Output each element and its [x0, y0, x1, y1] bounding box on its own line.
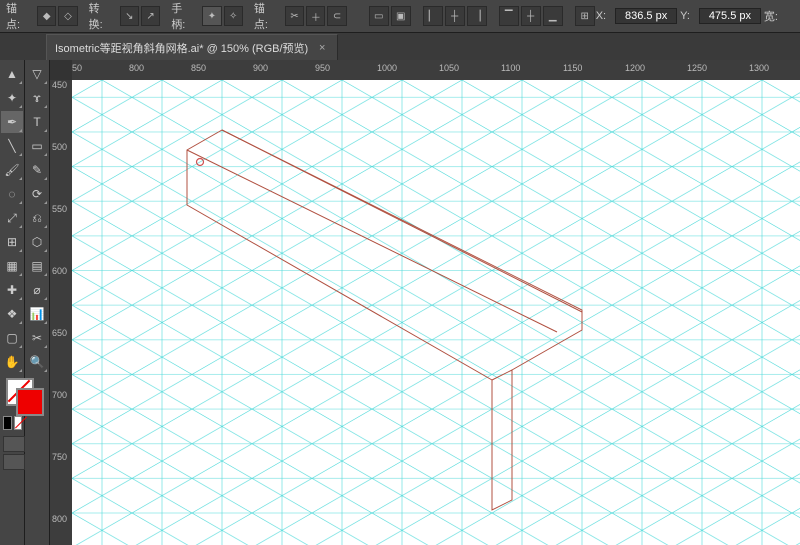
ruler-tick: 450	[72, 63, 82, 73]
slice-tool[interactable]: ✂	[26, 327, 48, 349]
anchor-label: 锚点:	[6, 0, 30, 32]
ruler-tick: 500	[52, 142, 67, 152]
canvas-area: 450 800 850 900 950 1000 1050 1100 1150 1200 1250 1…	[50, 60, 800, 545]
workarea: ▲✦✒╲🖌◌⤢⊞▦✚❖▢✋ ▽ɤT▭✎⟳⎌⬡▤⌀📊✂🔍 450 800 850 900…	[0, 60, 800, 545]
handle-label: 手柄:	[171, 0, 195, 32]
symbol-tool[interactable]: ❖	[1, 303, 23, 325]
pen-tool[interactable]: ✒	[1, 111, 23, 133]
ref-point-icon[interactable]: ⊞	[575, 6, 595, 26]
anchor-corner-icon[interactable]: ◆	[37, 6, 56, 26]
isolate-icon[interactable]: ▣	[391, 6, 411, 26]
document-tab[interactable]: Isometric等距视角斜角网格.ai* @ 150% (RGB/预览) ×	[46, 34, 338, 61]
eraser-tool[interactable]: ◌	[1, 183, 23, 205]
hand-tool[interactable]: ✋	[1, 351, 23, 373]
ruler-tick: 450	[52, 80, 67, 90]
isometric-grid	[72, 80, 800, 545]
ruler-vertical[interactable]: 450 500 550 600 650 700 750 800	[50, 80, 73, 545]
scale-tool[interactable]: ⤢	[1, 207, 23, 229]
transform-label: 转换:	[89, 0, 113, 32]
blend-tool[interactable]: ⌀	[26, 279, 48, 301]
ruler-tick: 650	[52, 328, 67, 338]
color-swatch[interactable]	[6, 378, 42, 414]
toolbar-left: ▲✦✒╲🖌◌⤢⊞▦✚❖▢✋	[0, 60, 25, 545]
document-tabs: Isometric等距视角斜角网格.ai* @ 150% (RGB/预览) ×	[0, 33, 800, 62]
eyedropper-tool[interactable]: ✚	[1, 279, 23, 301]
x-label: X:	[596, 10, 606, 22]
convert-icon[interactable]: ↘	[120, 6, 139, 26]
artboard-tool[interactable]: ▢	[1, 327, 23, 349]
align-edge-icon[interactable]: ▭	[369, 6, 389, 26]
ruler-tick: 1000	[377, 63, 397, 73]
direct-select-tool[interactable]: ▽	[26, 63, 48, 85]
handle2-icon[interactable]: ✧	[224, 6, 243, 26]
align-hcenter-icon[interactable]: ┼	[445, 6, 465, 26]
convert2-icon[interactable]: ↗	[141, 6, 160, 26]
align-vcenter-icon[interactable]: ┼	[521, 6, 541, 26]
align-top-icon[interactable]: ▔	[499, 6, 519, 26]
close-tab-icon[interactable]: ×	[316, 42, 328, 54]
shape-builder-tool[interactable]: ⬡	[26, 231, 48, 253]
connect-icon[interactable]: ⊂	[327, 6, 346, 26]
mesh-tool[interactable]: ▦	[1, 255, 23, 277]
line-tool[interactable]: ╲	[1, 135, 23, 157]
x-value[interactable]: 836.5 px	[615, 8, 677, 24]
y-value[interactable]: 475.5 px	[699, 8, 761, 24]
screen-mode[interactable]	[3, 436, 24, 470]
canvas[interactable]	[72, 80, 800, 545]
ruler-tick: 700	[52, 390, 67, 400]
control-bar: 锚点: ◆ ◇ 转换: ↘ ↗ 手柄: ✦ ✧ 锚点: ✂ ＋ ⊂ ▭ ▣ ▏ …	[0, 0, 800, 33]
align-bottom-icon[interactable]: ▁	[543, 6, 563, 26]
rectangle-tool[interactable]: ▭	[26, 135, 48, 157]
add-anchor-icon[interactable]: ＋	[306, 6, 325, 26]
ruler-tick: 1050	[439, 63, 459, 73]
tab-title: Isometric等距视角斜角网格.ai* @ 150% (RGB/预览)	[55, 40, 308, 56]
ruler-tick: 900	[253, 63, 268, 73]
ruler-tick: 800	[52, 514, 67, 524]
lasso-tool[interactable]: ɤ	[26, 87, 48, 109]
ruler-tick: 750	[52, 452, 67, 462]
remove-anchor-icon[interactable]: ✂	[285, 6, 304, 26]
pencil-tool[interactable]: ✎	[26, 159, 48, 181]
toolbar-left-2: ▽ɤT▭✎⟳⎌⬡▤⌀📊✂🔍	[25, 60, 50, 545]
rotate-tool[interactable]: ⟳	[26, 183, 48, 205]
mini-swatch[interactable]	[3, 416, 24, 430]
ruler-horizontal[interactable]: 450 800 850 900 950 1000 1050 1100 1150 1200 1250 1…	[72, 60, 800, 81]
magic-wand-tool[interactable]: ✦	[1, 87, 23, 109]
align-left-icon[interactable]: ▏	[423, 6, 443, 26]
ruler-tick: 800	[129, 63, 144, 73]
ruler-tick: 950	[315, 63, 330, 73]
width-tool[interactable]: ⎌	[26, 207, 48, 229]
graph-tool[interactable]: 📊	[26, 303, 48, 325]
ruler-tick: 1200	[625, 63, 645, 73]
ruler-tick: 850	[191, 63, 206, 73]
ruler-tick: 1100	[501, 63, 520, 73]
anchors-label: 锚点:	[254, 0, 278, 32]
y-label: Y:	[680, 10, 690, 22]
anchor-smooth-icon[interactable]: ◇	[58, 6, 77, 26]
free-transform-tool[interactable]: ⊞	[1, 231, 23, 253]
w-label: 宽:	[764, 8, 778, 24]
gradient-tool[interactable]: ▤	[26, 255, 48, 277]
type-tool[interactable]: T	[26, 111, 48, 133]
ruler-tick: 1150	[563, 63, 582, 73]
handle-icon[interactable]: ✦	[202, 6, 221, 26]
align-right-icon[interactable]: ▕	[467, 6, 487, 26]
select-tool[interactable]: ▲	[1, 63, 23, 85]
zoom-tool[interactable]: 🔍	[26, 351, 48, 373]
ruler-tick: 600	[52, 266, 67, 276]
ruler-tick: 1250	[687, 63, 707, 73]
brush-tool[interactable]: 🖌	[1, 159, 23, 181]
ruler-tick: 550	[52, 204, 67, 214]
ruler-tick: 1300	[749, 63, 769, 73]
